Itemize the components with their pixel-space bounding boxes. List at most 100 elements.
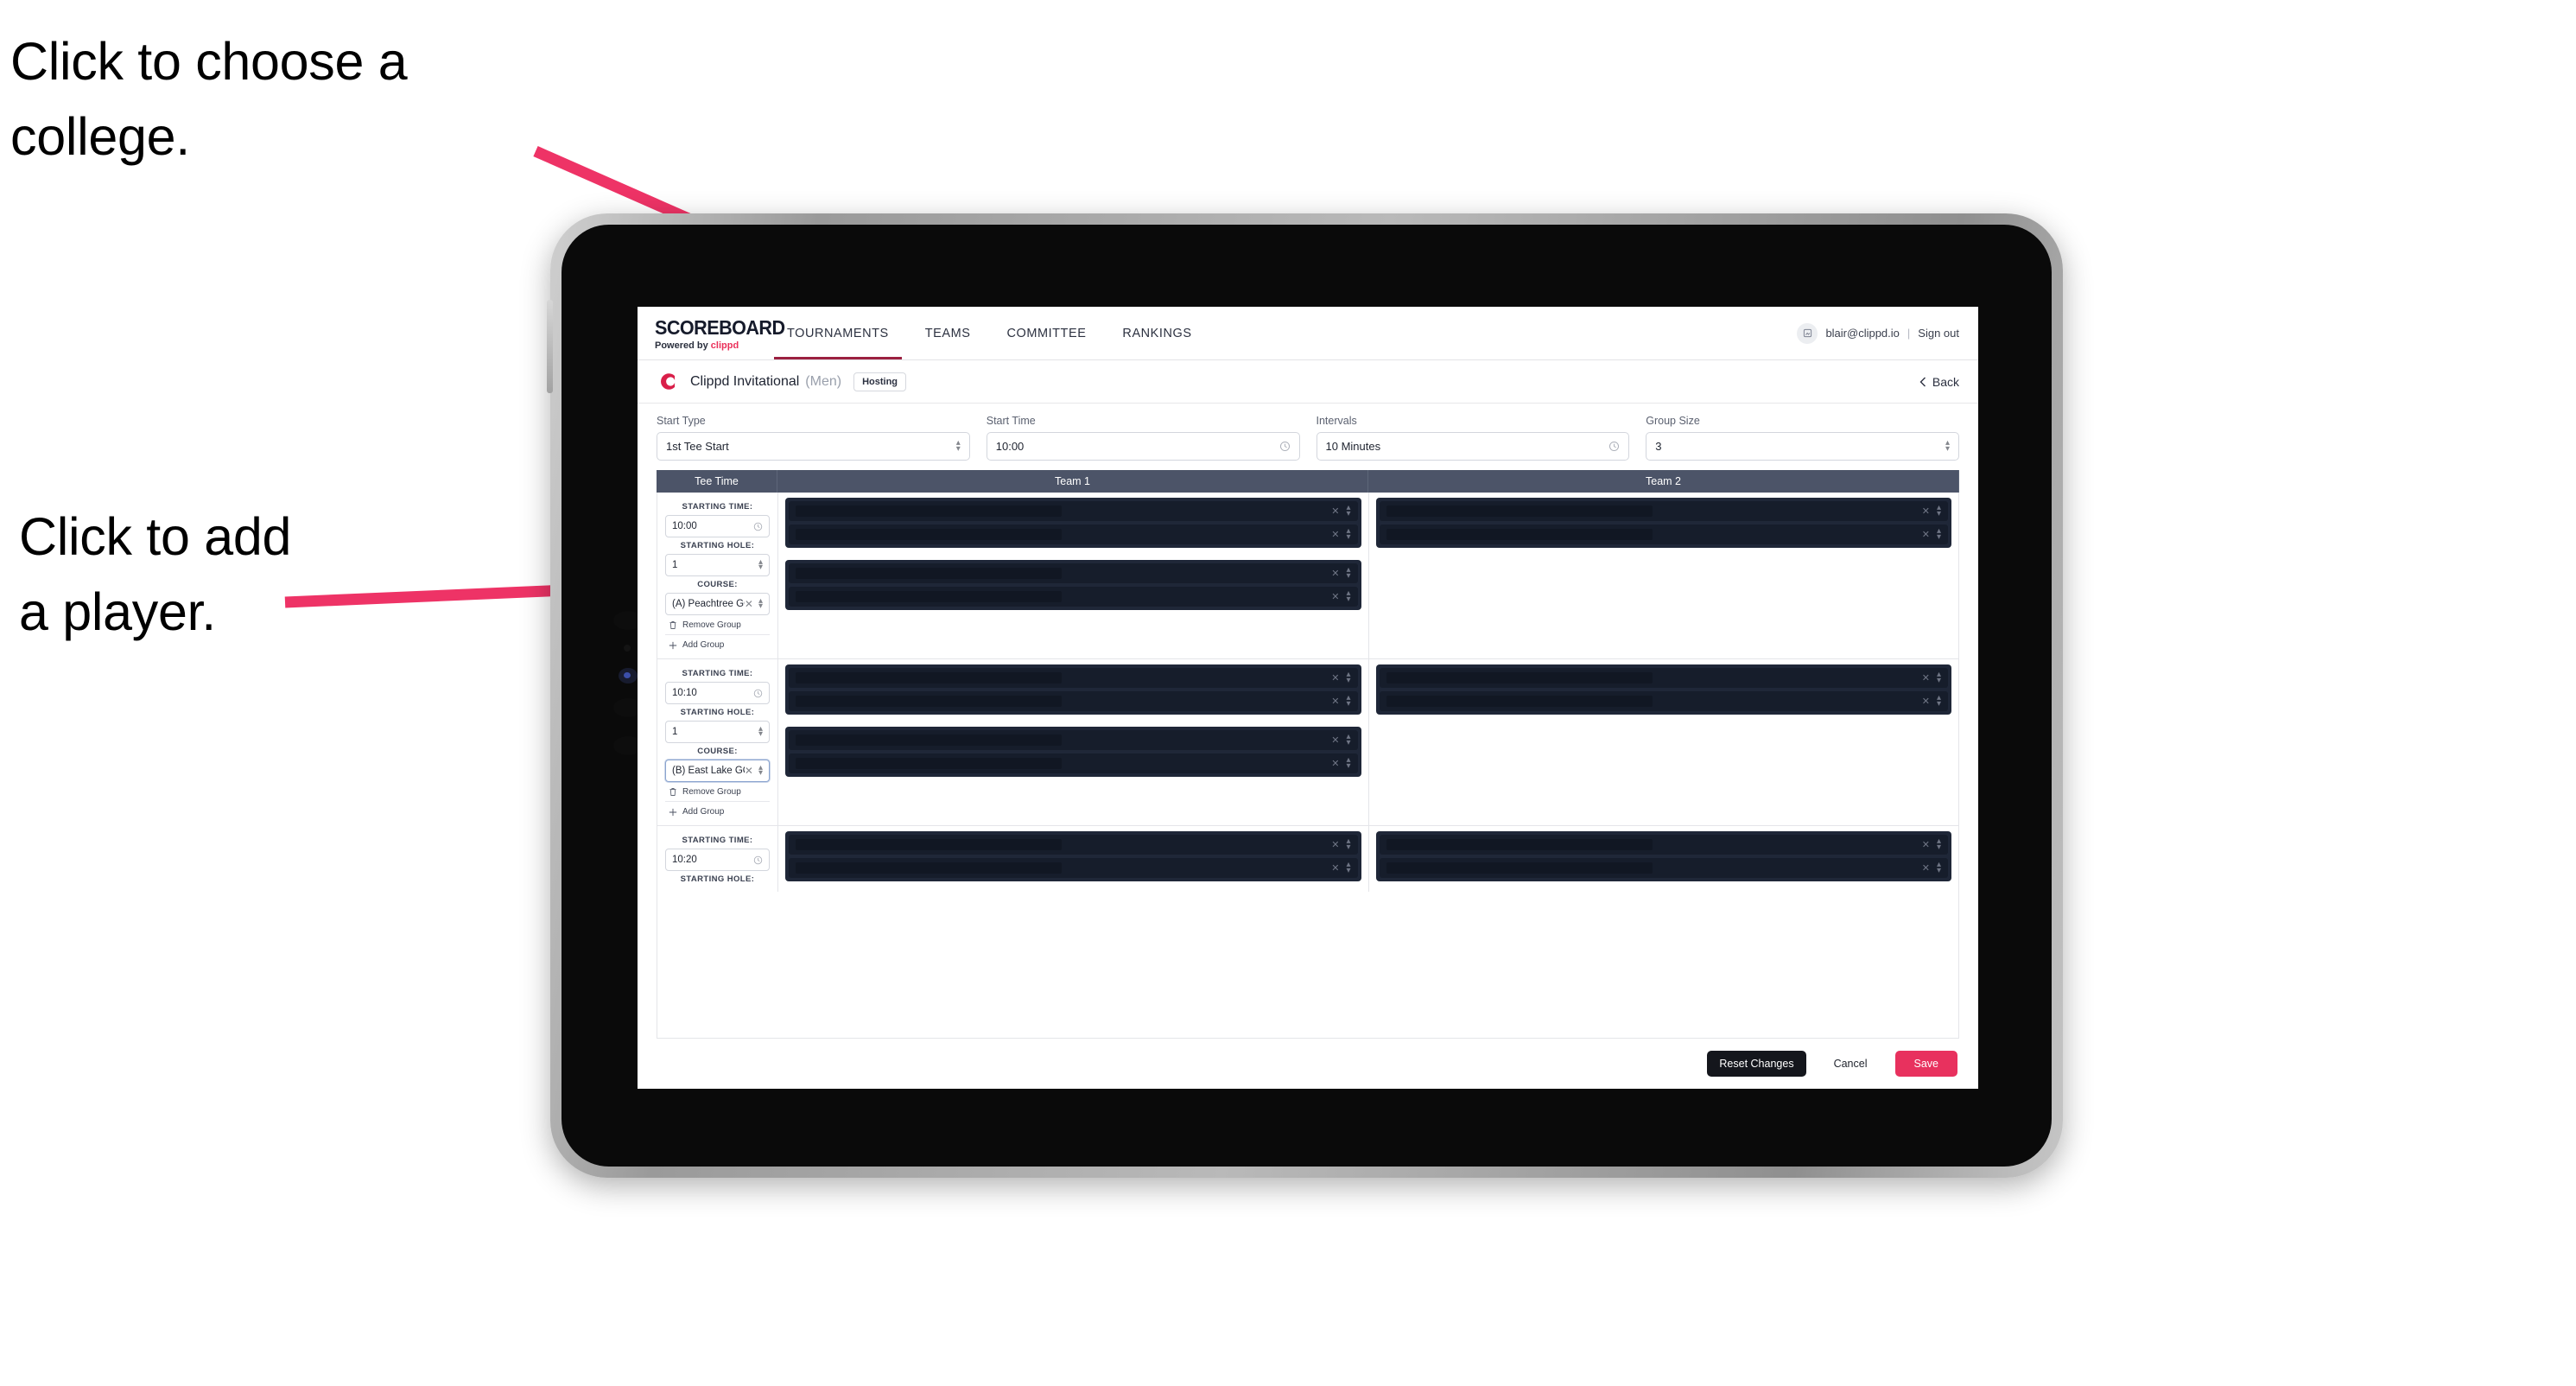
sign-out-link[interactable]: Sign out (1918, 327, 1959, 340)
nav-tab-tournaments[interactable]: TOURNAMENTS (769, 307, 907, 359)
stepper-icon[interactable]: ▴ ▾ (1346, 694, 1350, 709)
clear-x-icon[interactable]: ✕ (1331, 839, 1339, 850)
clock-icon[interactable] (753, 522, 763, 531)
add-group-button[interactable]: Add Group (665, 635, 770, 654)
clear-x-icon[interactable]: ✕ (1922, 672, 1930, 683)
player-slot[interactable]: ✕ ▴ ▾ (789, 753, 1358, 773)
intervals-input[interactable]: 10 Minutes (1316, 432, 1630, 461)
player-slot[interactable]: ✕ ▴ ▾ (789, 668, 1358, 688)
stepper-icon[interactable]: ▴ ▾ (758, 763, 763, 778)
remove-group-button[interactable]: Remove Group (665, 615, 770, 635)
start-type-select[interactable]: 1st Tee Start ▴ ▾ (657, 432, 970, 461)
clear-course-icon[interactable]: ✕ (745, 598, 753, 610)
clear-x-icon[interactable]: ✕ (1331, 734, 1339, 746)
stepper-icon[interactable]: ▴ ▾ (1937, 837, 1941, 852)
clear-x-icon[interactable]: ✕ (1331, 696, 1339, 707)
clear-x-icon[interactable]: ✕ (1922, 505, 1930, 517)
stepper-icon[interactable]: ▴ ▾ (956, 439, 961, 454)
group-size-select[interactable]: 3 ▴ ▾ (1646, 432, 1959, 461)
starting-time-input[interactable]: 10:00 (665, 515, 770, 537)
nav-tab-teams[interactable]: TEAMS (907, 307, 989, 359)
stepper-icon[interactable]: ▴ ▾ (1346, 566, 1350, 581)
stepper-icon[interactable]: ▴ ▾ (1346, 527, 1350, 542)
stepper-icon[interactable]: ▴ ▾ (1346, 861, 1350, 875)
stepper-icon[interactable]: ▴ ▾ (1937, 527, 1941, 542)
stepper-icon[interactable]: ▴ ▾ (1346, 504, 1350, 518)
starting-hole-input[interactable]: 1 ▴ ▾ (665, 554, 770, 576)
player-slot[interactable]: ✕ ▴ ▾ (789, 525, 1358, 544)
clock-icon[interactable] (1279, 441, 1291, 452)
stepper-icon[interactable]: ▴ ▾ (1346, 837, 1350, 852)
player-slot[interactable]: ✕ ▴ ▾ (789, 563, 1358, 583)
clear-x-icon[interactable]: ✕ (1331, 672, 1339, 683)
clear-x-icon[interactable]: ✕ (1922, 529, 1930, 540)
player-slot[interactable]: ✕ ▴ ▾ (789, 858, 1358, 878)
footer-actions: Reset Changes Cancel Save (638, 1039, 1978, 1089)
player-group-panel[interactable]: ✕ ▴ ▾ ✕ ▴ ▾ (785, 831, 1361, 881)
stepper-icon-2[interactable]: ▴ ▾ (1945, 439, 1950, 454)
player-slot[interactable]: ✕ ▴ ▾ (789, 587, 1358, 607)
starting-hole-input[interactable]: 1 ▴ ▾ (665, 721, 770, 743)
player-slot[interactable]: ✕ ▴ ▾ (1379, 835, 1948, 855)
course-select[interactable]: (A) Peachtree GC ✕ ▴ ▾ (665, 593, 770, 615)
starting-time-input[interactable]: 10:10 (665, 682, 770, 704)
clear-x-icon[interactable]: ✕ (1922, 839, 1930, 850)
save-button[interactable]: Save (1894, 1051, 1957, 1077)
player-slot[interactable]: ✕ ▴ ▾ (789, 835, 1358, 855)
stepper-icon[interactable]: ▴ ▾ (1346, 756, 1350, 771)
back-link[interactable]: Back (1919, 375, 1959, 389)
stepper-icon[interactable]: ▴ ▾ (1937, 504, 1941, 518)
user-avatar-icon[interactable] (1797, 322, 1818, 344)
player-group-panel[interactable]: ✕ ▴ ▾ ✕ ▴ ▾ (1375, 831, 1951, 881)
stepper-icon[interactable]: ▴ ▾ (758, 724, 763, 739)
stepper-icon[interactable]: ▴ ▾ (1937, 694, 1941, 709)
clear-x-icon[interactable]: ✕ (1331, 758, 1339, 769)
clear-x-icon[interactable]: ✕ (1331, 505, 1339, 517)
tee-times-table[interactable]: STARTING TIME: 10:00 STARTING HOLE: 1 ▴ ▾ COUR… (657, 493, 1959, 1039)
course-select[interactable]: (B) East Lake GC ✕ ▴ ▾ (665, 760, 770, 782)
stepper-icon[interactable]: ▴ ▾ (758, 596, 763, 611)
player-group-panel[interactable]: ✕ ▴ ▾ ✕ ▴ ▾ (1375, 664, 1951, 715)
clear-course-icon[interactable]: ✕ (745, 765, 753, 777)
player-slot[interactable]: ✕ ▴ ▾ (789, 730, 1358, 750)
starting-time-input[interactable]: 10:20 (665, 849, 770, 871)
nav-tab-committee[interactable]: COMMITTEE (988, 307, 1104, 359)
stepper-icon[interactable]: ▴ ▾ (1346, 671, 1350, 685)
start-time-input[interactable]: 10:00 (986, 432, 1300, 461)
player-slot[interactable]: ✕ ▴ ▾ (1379, 858, 1948, 878)
nav-tab-rankings[interactable]: RANKINGS (1104, 307, 1209, 359)
brand-logo[interactable]: SCOREBOARD Powered by clippd (638, 307, 785, 359)
clock-icon-2[interactable] (1608, 441, 1620, 452)
stepper-icon[interactable]: ▴ ▾ (1937, 861, 1941, 875)
clear-x-icon[interactable]: ✕ (1331, 862, 1339, 874)
stepper-icon[interactable]: ▴ ▾ (1346, 589, 1350, 604)
player-slot[interactable]: ✕ ▴ ▾ (1379, 501, 1948, 521)
remove-group-button[interactable]: Remove Group (665, 782, 770, 802)
cancel-button[interactable]: Cancel (1822, 1051, 1880, 1077)
add-group-button[interactable]: Add Group (665, 802, 770, 821)
stepper-icon[interactable]: ▴ ▾ (758, 557, 763, 572)
clock-icon[interactable] (753, 855, 763, 865)
clear-x-icon[interactable]: ✕ (1331, 568, 1339, 579)
player-group-panel[interactable]: ✕ ▴ ▾ ✕ ▴ ▾ (1375, 498, 1951, 548)
clear-x-icon[interactable]: ✕ (1922, 862, 1930, 874)
player-slot[interactable]: ✕ ▴ ▾ (1379, 525, 1948, 544)
clear-x-icon[interactable]: ✕ (1331, 591, 1339, 602)
player-slot[interactable]: ✕ ▴ ▾ (1379, 668, 1948, 688)
plus-icon (669, 641, 677, 649)
clear-x-icon[interactable]: ✕ (1331, 529, 1339, 540)
player-slot[interactable]: ✕ ▴ ▾ (789, 501, 1358, 521)
player-group-panel[interactable]: ✕ ▴ ▾ ✕ ▴ ▾ (785, 664, 1361, 715)
reset-changes-button[interactable]: Reset Changes (1707, 1051, 1806, 1077)
player-slot[interactable]: ✕ ▴ ▾ (789, 691, 1358, 711)
player-group-panel[interactable]: ✕ ▴ ▾ ✕ ▴ ▾ (785, 560, 1361, 610)
volume-button[interactable] (547, 300, 553, 393)
clear-x-icon[interactable]: ✕ (1922, 696, 1930, 707)
stepper-icon[interactable]: ▴ ▾ (1937, 671, 1941, 685)
player-slot[interactable]: ✕ ▴ ▾ (1379, 691, 1948, 711)
stepper-icon[interactable]: ▴ ▾ (1346, 733, 1350, 747)
clock-icon[interactable] (753, 689, 763, 698)
player-group-panel[interactable]: ✕ ▴ ▾ ✕ ▴ ▾ (785, 727, 1361, 777)
label-group-size: Group Size (1646, 415, 1700, 427)
player-group-panel[interactable]: ✕ ▴ ▾ ✕ ▴ ▾ (785, 498, 1361, 548)
